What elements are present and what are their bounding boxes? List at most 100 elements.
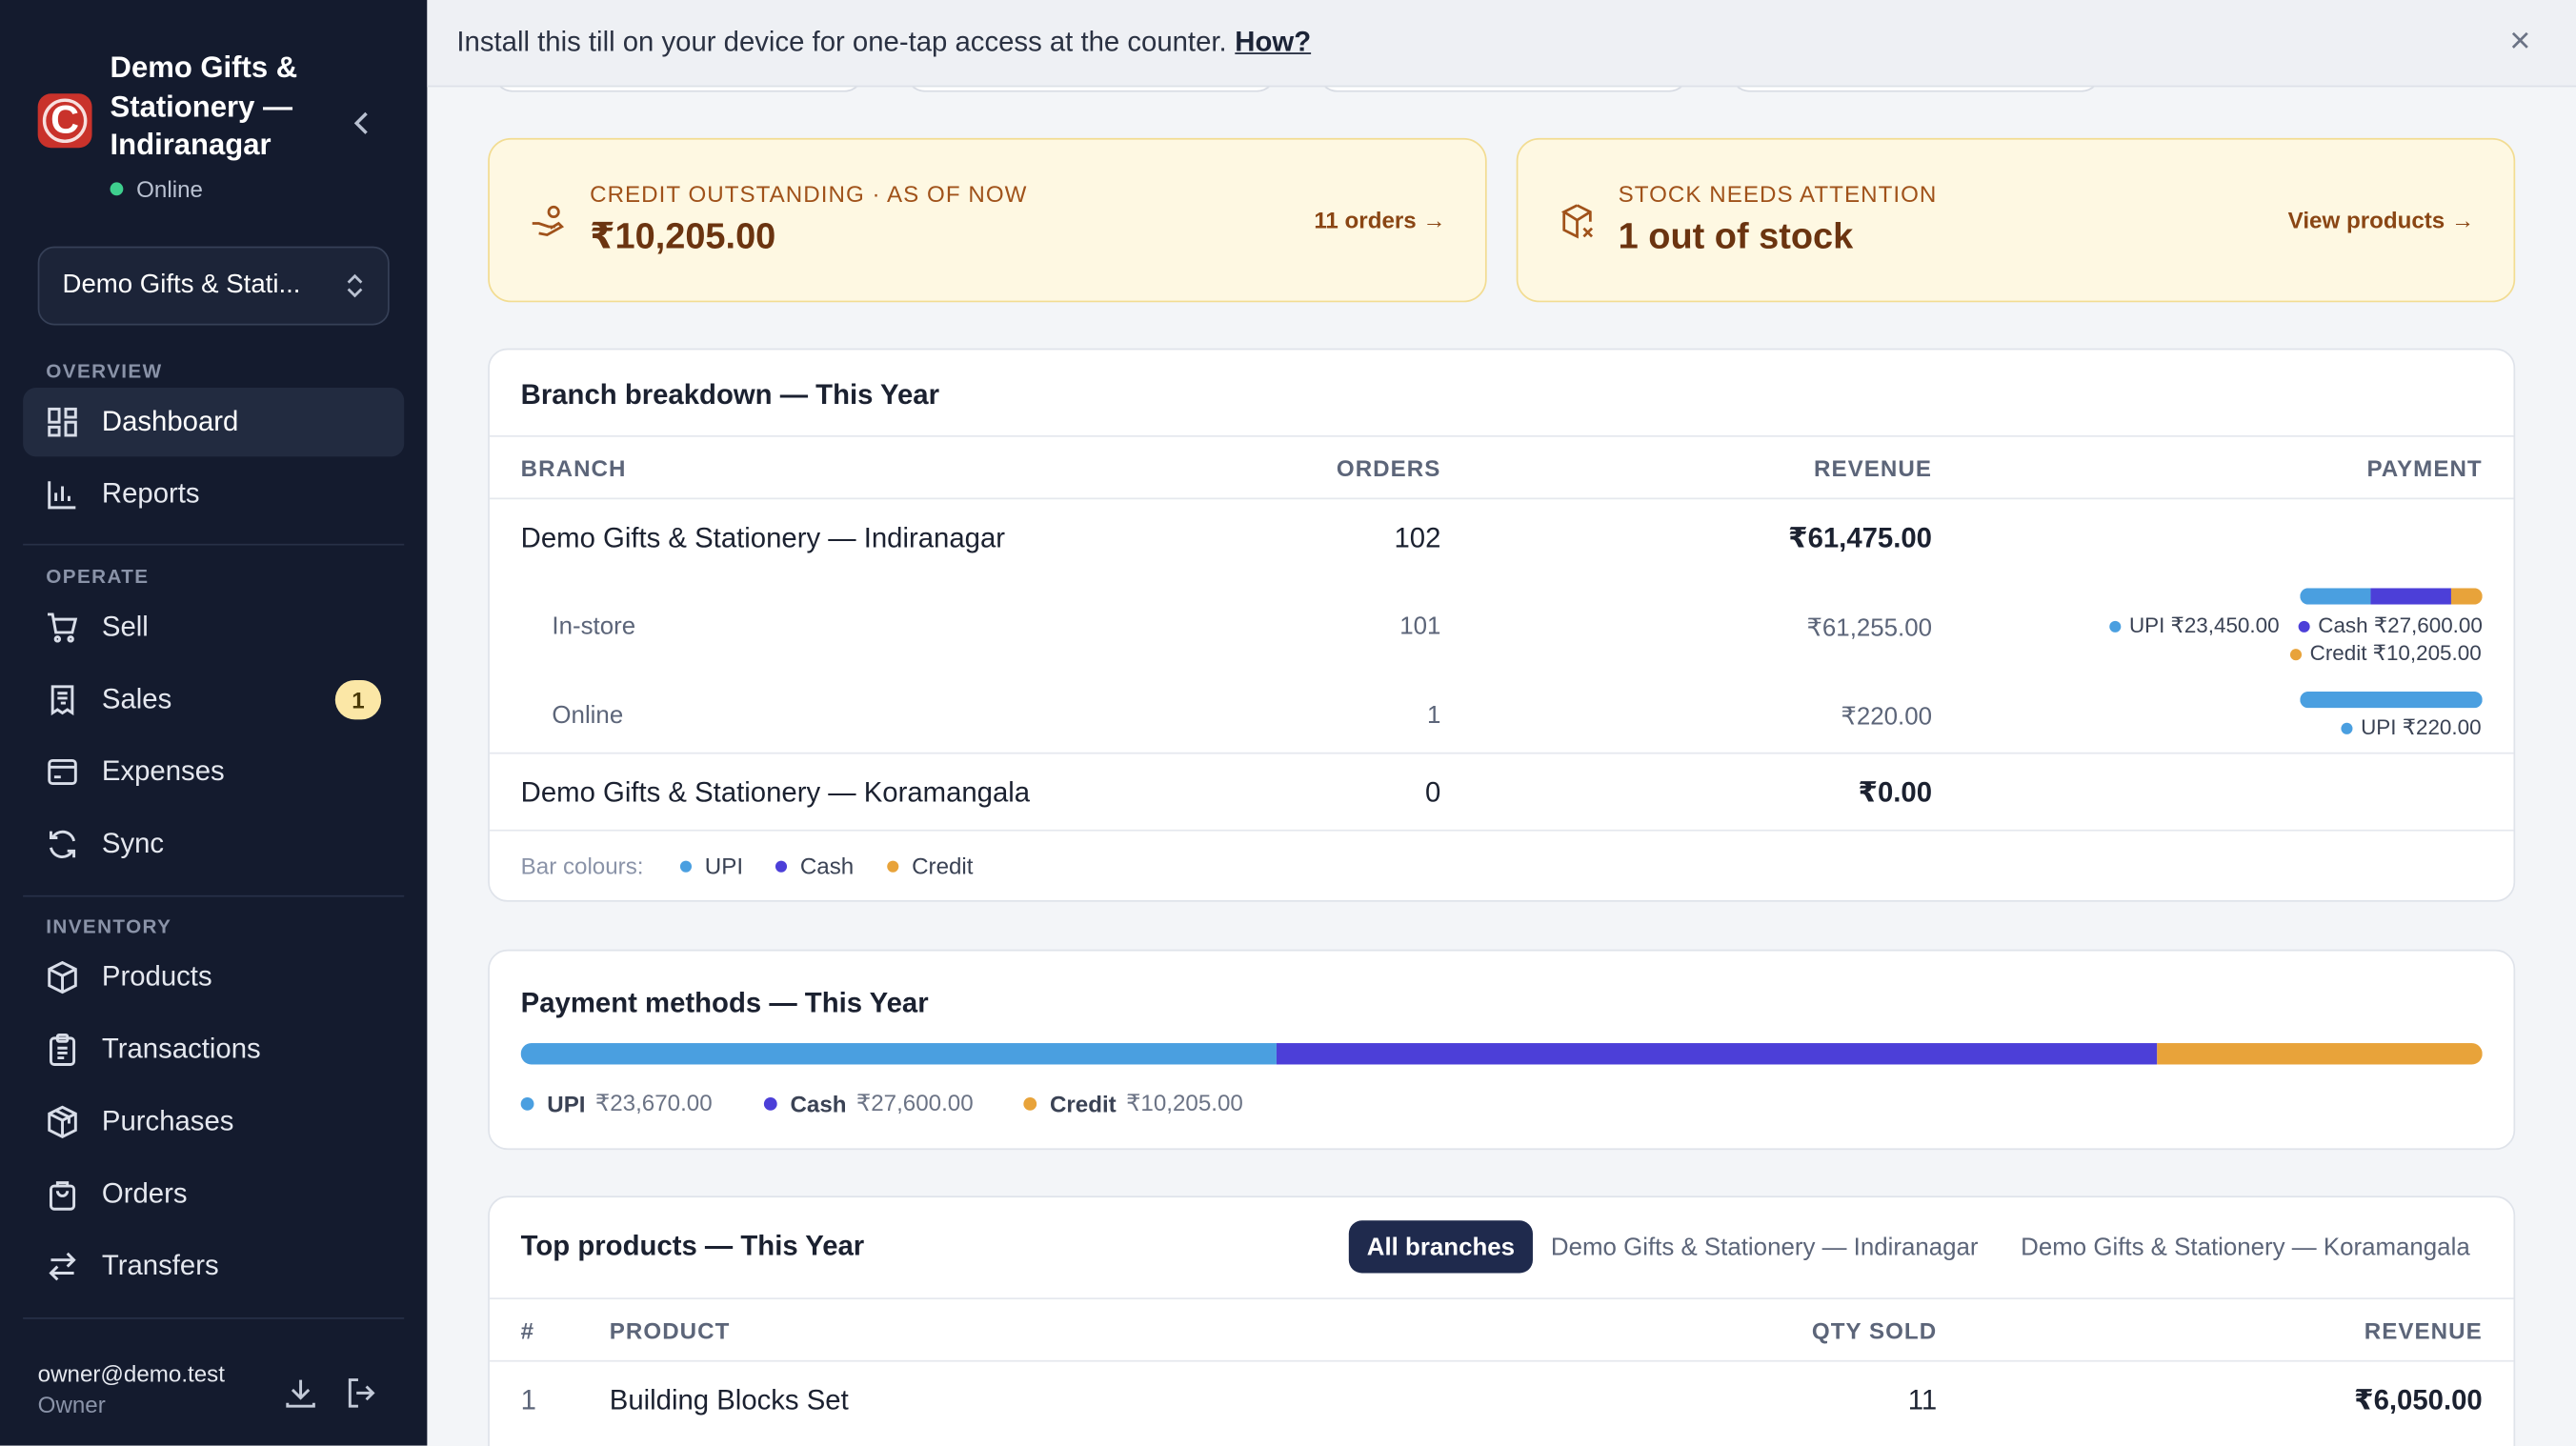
divider	[489, 1297, 2514, 1300]
channel-revenue: ₹61,255.00	[1806, 613, 1933, 643]
nav-reports-label: Reports	[101, 477, 200, 510]
logout-icon[interactable]	[343, 1375, 379, 1411]
legend-upi: UPI ₹23,450.00	[2109, 613, 2280, 639]
legend-upi-text: UPI ₹220.00	[2361, 714, 2482, 740]
tab-koramangala[interactable]: Demo Gifts & Stationery — Koramangala	[2002, 1220, 2488, 1273]
store-selector[interactable]: Demo Gifts & Stati...	[37, 246, 390, 326]
cash-dot-icon	[763, 1096, 777, 1110]
cash-dot-icon	[2298, 619, 2310, 633]
close-icon[interactable]: ×	[2504, 22, 2536, 58]
upi-dot-icon	[2109, 619, 2122, 633]
download-icon[interactable]	[283, 1375, 319, 1411]
nav-transfers[interactable]: Transfers	[23, 1232, 404, 1300]
divider	[489, 829, 2514, 832]
cash-segment	[2369, 588, 2452, 605]
col-rank: #	[520, 1317, 535, 1344]
nav-dashboard[interactable]: Dashboard	[23, 387, 405, 457]
view-products-link[interactable]: View products →	[2288, 207, 2474, 233]
clipboard-icon	[49, 1033, 76, 1066]
upi-segment	[520, 1043, 1277, 1065]
channel-orders: 101	[1399, 613, 1441, 641]
nav-sync[interactable]: Sync	[23, 810, 404, 878]
nav-expenses[interactable]: Expenses	[23, 737, 404, 806]
nav-sync-label: Sync	[101, 828, 165, 859]
branch-revenue: ₹0.00	[1858, 776, 1933, 809]
upi-segment	[2300, 692, 2483, 709]
divider	[489, 752, 2514, 754]
branch-orders: 102	[1394, 522, 1441, 554]
col-payment: PAYMENT	[2366, 454, 2483, 482]
online-dot-icon	[110, 181, 124, 195]
legend-upi-text: UPI	[704, 853, 744, 879]
col-branch: BRANCH	[520, 454, 627, 482]
install-how-link[interactable]: How?	[1235, 27, 1311, 59]
section-overview: OVERVIEW	[46, 359, 163, 383]
nav-reports[interactable]: Reports	[23, 460, 404, 529]
nav-products-label: Products	[101, 960, 212, 993]
upi-dot-icon	[2341, 721, 2353, 733]
brand-initial: C	[50, 97, 80, 143]
tab-indiranagar[interactable]: Demo Gifts & Stationery — Indiranagar	[1533, 1220, 1997, 1273]
legend-credit-text: Credit	[912, 853, 974, 879]
legend-upi: UPI ₹23,670.00	[520, 1089, 713, 1116]
nav-transfers-label: Transfers	[101, 1250, 219, 1282]
col-qty-sold: QTY SOLD	[1811, 1317, 1938, 1344]
product-name: Building Blocks Set	[609, 1384, 849, 1416]
product-rank: 1	[520, 1384, 536, 1416]
payment-methods-card: Payment methods — This Year UPI ₹23,670.0…	[488, 949, 2516, 1151]
nav-sales[interactable]: Sales 1	[23, 665, 404, 733]
legend-upi-name: UPI	[547, 1090, 586, 1116]
credit-outstanding-label: CREDIT OUTSTANDING · AS OF NOW	[590, 180, 1028, 208]
credit-outstanding-value: ₹10,205.00	[590, 214, 776, 257]
payment-methods-title: Payment methods — This Year	[520, 987, 929, 1019]
legend-credit-name: Credit	[1049, 1090, 1117, 1116]
credit-segment	[2156, 1043, 2483, 1065]
user-role: Owner	[37, 1391, 106, 1418]
upi-dot-icon	[520, 1096, 534, 1110]
tab-all-branches[interactable]: All branches	[1348, 1220, 1534, 1274]
status-label: Online	[136, 174, 203, 202]
branch-revenue: ₹61,475.00	[1788, 522, 1933, 554]
nav-expenses-label: Expenses	[101, 755, 225, 788]
collapse-sidebar-button[interactable]	[345, 105, 377, 141]
package-icon	[48, 1105, 77, 1138]
branch-breakdown-card: Branch breakdown — This Year BRANCH ORDE…	[488, 348, 2516, 902]
brand: C Demo Gifts & Stationery — Indiranagar …	[37, 50, 324, 202]
legend-credit-text: Credit ₹10,205.00	[2309, 640, 2482, 666]
stock-attention-label: STOCK NEEDS ATTENTION	[1618, 180, 1938, 208]
credit-segment	[2451, 588, 2483, 605]
chevron-updown-icon	[347, 273, 363, 298]
legend-cash-text: Cash ₹27,600.00	[2318, 613, 2483, 638]
legend-cash: Cash ₹27,600.00	[763, 1089, 974, 1116]
transfer-arrows-icon	[49, 1252, 76, 1281]
upi-dot-icon	[679, 859, 693, 872]
credit-orders-link[interactable]: 11 orders →	[1314, 207, 1445, 233]
payment-split-bar	[2300, 692, 2483, 709]
chevron-left-icon	[353, 111, 368, 134]
nav-sales-label: Sales	[101, 683, 172, 715]
nav-products[interactable]: Products	[23, 943, 404, 1012]
brand-logo: C	[37, 93, 92, 149]
nav-purchases[interactable]: Purchases	[23, 1088, 404, 1156]
col-orders: ORDERS	[1336, 454, 1441, 482]
user-email: owner@demo.test	[37, 1359, 225, 1387]
nav-sell[interactable]: Sell	[23, 593, 404, 662]
channel-revenue: ₹220.00	[1841, 703, 1933, 732]
cart-icon	[48, 613, 78, 643]
top-products-card: Top products — This Year All branches De…	[488, 1195, 2516, 1446]
legend-upi-value: ₹23,670.00	[594, 1089, 713, 1115]
stock-attention-value: 1 out of stock	[1618, 214, 1854, 257]
channel-orders: 1	[1426, 701, 1441, 730]
legend-cash-value: ₹27,600.00	[855, 1089, 974, 1115]
payment-methods-bar	[520, 1043, 2483, 1065]
stock-attention-card: STOCK NEEDS ATTENTION 1 out of stock Vie…	[1516, 137, 2516, 303]
legend-cash-text: Cash	[799, 853, 855, 879]
col-revenue: REVENUE	[1814, 454, 1933, 482]
branch-breakdown-title: Branch breakdown — This Year	[520, 379, 940, 412]
shopping-bag-icon	[49, 1181, 76, 1211]
nav-transactions[interactable]: Transactions	[23, 1015, 404, 1084]
branch-name: Demo Gifts & Stationery — Koramangala	[520, 776, 1031, 809]
divider	[23, 894, 405, 897]
user-block: owner@demo.test Owner	[38, 1360, 225, 1417]
nav-orders[interactable]: Orders	[23, 1159, 404, 1228]
